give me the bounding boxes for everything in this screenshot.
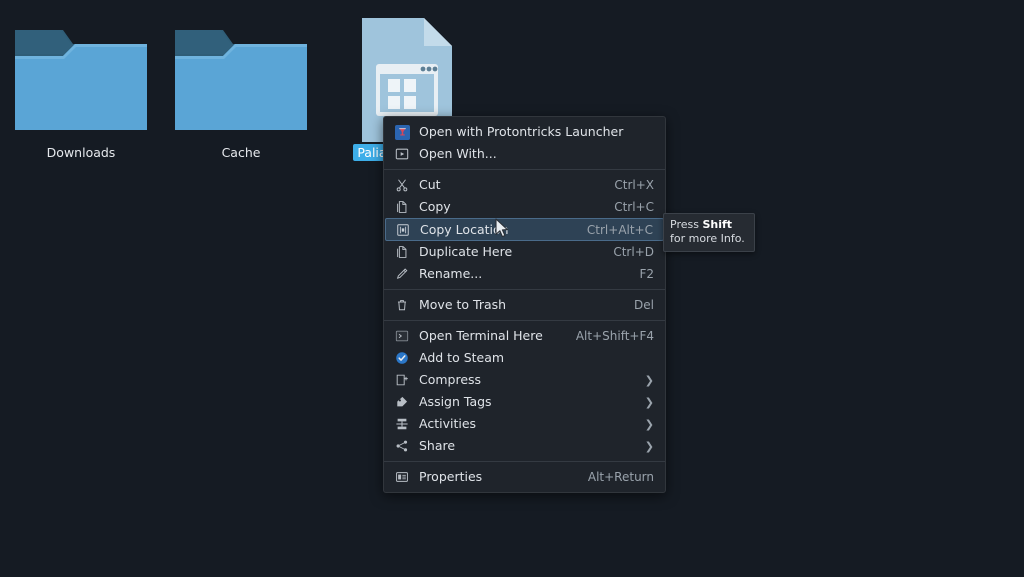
chevron-right-icon: ❯ xyxy=(644,417,654,431)
desktop-icon-label: Downloads xyxy=(46,145,116,160)
menu-item-add-to-steam[interactable]: Add to Steam xyxy=(385,347,664,369)
menu-item-move-to-trash[interactable]: Move to Trash Del xyxy=(385,294,664,316)
share-icon xyxy=(394,438,410,454)
folder-icon xyxy=(161,14,321,144)
copy-location-icon xyxy=(395,222,411,238)
tooltip-prefix: Press xyxy=(670,218,703,231)
menu-item-label: Open With... xyxy=(419,146,497,161)
menu-item-shortcut: Ctrl+D xyxy=(613,245,654,259)
protontricks-icon xyxy=(394,124,410,140)
activities-icon xyxy=(394,416,410,432)
menu-item-label: Open Terminal Here xyxy=(419,328,543,343)
chevron-right-icon: ❯ xyxy=(644,439,654,453)
properties-icon xyxy=(394,469,410,485)
open-with-icon xyxy=(394,146,410,162)
menu-item-open-terminal-here[interactable]: Open Terminal Here Alt+Shift+F4 xyxy=(385,325,664,347)
tooltip-emphasis: Shift xyxy=(702,218,733,231)
menu-separator xyxy=(384,320,665,321)
menu-item-assign-tags[interactable]: Assign Tags ❯ xyxy=(385,391,664,413)
menu-item-label: Move to Trash xyxy=(419,297,507,312)
menu-item-copy[interactable]: Copy Ctrl+C xyxy=(385,196,664,218)
menu-item-label: Properties xyxy=(419,469,483,484)
menu-item-shortcut: Alt+Shift+F4 xyxy=(575,329,654,343)
menu-item-label: Cut xyxy=(419,177,441,192)
tag-icon xyxy=(394,394,410,410)
menu-item-rename[interactable]: Rename... F2 xyxy=(385,263,664,285)
menu-item-cut[interactable]: Cut Ctrl+X xyxy=(385,174,664,196)
folder-icon-art xyxy=(175,30,307,130)
steam-check-icon xyxy=(394,350,410,366)
pencil-icon xyxy=(394,266,410,282)
menu-item-label: Share xyxy=(419,438,456,453)
window-glyph-icon xyxy=(376,64,438,116)
menu-separator xyxy=(384,169,665,170)
menu-separator xyxy=(384,289,665,290)
folder-icon xyxy=(1,14,161,144)
menu-item-compress[interactable]: Compress ❯ xyxy=(385,369,664,391)
tooltip: Press Shift for more Info. xyxy=(663,213,755,252)
menu-item-activities[interactable]: Activities ❯ xyxy=(385,413,664,435)
menu-item-label: Compress xyxy=(419,372,482,387)
desktop-icon-label: Cache xyxy=(221,145,261,160)
copy-icon xyxy=(394,199,410,215)
menu-item-open-with-protontricks-launcher[interactable]: Open with Protontricks Launcher xyxy=(385,121,664,143)
menu-item-label: Rename... xyxy=(419,266,483,281)
menu-item-shortcut: F2 xyxy=(639,267,654,281)
compress-icon xyxy=(394,372,410,388)
menu-separator xyxy=(384,461,665,462)
menu-item-label: Copy Location xyxy=(420,221,509,237)
scissors-icon xyxy=(394,177,410,193)
terminal-icon xyxy=(394,328,410,344)
menu-item-properties[interactable]: Properties Alt+Return xyxy=(385,466,664,488)
menu-item-share[interactable]: Share ❯ xyxy=(385,435,664,457)
menu-item-label: Duplicate Here xyxy=(419,244,513,259)
menu-item-shortcut: Ctrl+X xyxy=(614,178,654,192)
menu-item-open-with[interactable]: Open With... xyxy=(385,143,664,165)
desktop-icon-cache[interactable]: Cache xyxy=(161,14,321,165)
desktop-icon-downloads[interactable]: Downloads xyxy=(1,14,161,165)
trash-icon xyxy=(394,297,410,313)
chevron-right-icon: ❯ xyxy=(644,395,654,409)
menu-item-label: Copy xyxy=(419,199,451,214)
menu-item-duplicate-here[interactable]: Duplicate Here Ctrl+D xyxy=(385,241,664,263)
duplicate-icon xyxy=(394,244,410,260)
menu-item-label: Open with Protontricks Launcher xyxy=(419,124,624,139)
menu-item-shortcut: Del xyxy=(634,298,654,312)
menu-item-shortcut: Ctrl+C xyxy=(614,200,654,214)
menu-item-copy-location[interactable]: Copy Location Ctrl+Alt+C xyxy=(385,218,664,241)
context-menu[interactable]: Open with Protontricks Launcher Open Wit… xyxy=(383,116,666,493)
tooltip-suffix: for more Info. xyxy=(670,232,745,245)
menu-item-shortcut: Ctrl+Alt+C xyxy=(586,222,653,237)
folder-icon-art xyxy=(15,30,147,130)
menu-item-label: Add to Steam xyxy=(419,350,505,365)
menu-item-shortcut: Alt+Return xyxy=(587,470,654,484)
menu-item-label: Assign Tags xyxy=(419,394,492,409)
menu-item-label: Activities xyxy=(419,416,477,431)
chevron-right-icon: ❯ xyxy=(644,373,654,387)
